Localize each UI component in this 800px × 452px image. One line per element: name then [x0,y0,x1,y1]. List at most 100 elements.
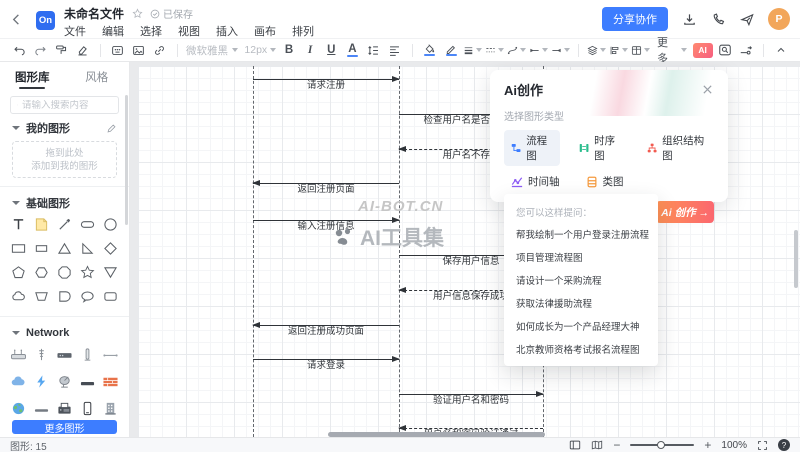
fullscreen-icon[interactable] [757,440,768,451]
line-style-button[interactable] [485,41,504,59]
search-input[interactable] [22,100,112,111]
help-button[interactable]: ? [778,439,790,451]
seq-message[interactable]: 输入注册信息 [253,220,399,221]
shape-text[interactable] [7,214,30,235]
zoom-slider-knob[interactable] [657,441,665,449]
my-shapes-dropzone[interactable]: 拖到此处 添加到我的图形 [12,141,117,178]
collapse-toolbar-icon[interactable] [772,41,790,59]
shape-triangle[interactable] [53,238,76,259]
shape-cloud[interactable] [7,286,30,307]
shape-hexagon[interactable] [30,262,53,283]
redo-button[interactable] [31,41,49,59]
canvas[interactable]: 请求注册 检查用户名是否已存在 用户名不存在 返回注册页面 输入注册信息 保存用… [130,62,800,437]
shape-circle[interactable] [99,214,122,235]
align-objects-button[interactable] [609,41,628,59]
shape-rectangle-2[interactable] [30,238,53,259]
section-my-shapes[interactable]: 我的图形 [0,118,129,138]
lifeline-user[interactable] [253,66,254,437]
link-icon[interactable] [151,41,169,59]
type-flowchart[interactable]: 流程图 [504,130,560,166]
menu-select[interactable]: 选择 [140,23,162,39]
tab-shape-library[interactable]: 图形库 [0,62,65,87]
close-icon[interactable] [700,83,714,97]
ai-assistant-button[interactable]: AI [693,43,713,58]
type-class-diagram[interactable]: 类图 [579,171,631,192]
menu-canvas[interactable]: 画布 [254,23,276,39]
table-button[interactable] [631,41,650,59]
shape-rectangle[interactable] [7,238,30,259]
star-icon[interactable] [131,8,143,20]
shape-star[interactable] [76,262,99,283]
type-timeline[interactable]: 时间轴 [504,171,567,192]
net-cloud[interactable] [7,371,30,392]
suggestion-item[interactable]: 项目管理流程图 [504,245,658,268]
net-server[interactable] [53,344,76,365]
line-height-button[interactable] [365,41,383,59]
pages-icon[interactable] [569,439,581,451]
document-title[interactable]: 未命名文件 [64,5,124,22]
shape-inverted-triangle[interactable] [99,262,122,283]
tab-style[interactable]: 风格 [65,62,130,87]
seq-message[interactable]: 验证用户名和密码 [399,394,543,395]
net-building[interactable] [99,398,122,419]
edit-pencil-icon[interactable] [106,123,117,134]
shape-ellipse[interactable] [76,286,99,307]
shape-rounded[interactable] [53,286,76,307]
net-cable[interactable] [99,344,122,365]
suggestion-item[interactable]: 如何成长为一个产品经理大神 [504,314,658,337]
net-lightning[interactable] [30,371,53,392]
zoom-out-button[interactable]: − [613,440,620,450]
send-icon[interactable] [739,11,755,27]
net-mast[interactable] [30,344,53,365]
bold-button[interactable]: B [280,41,298,59]
underline-button[interactable]: U [322,41,340,59]
net-hub[interactable] [30,398,53,419]
font-size-select[interactable]: 12px [244,44,276,56]
menu-arrange[interactable]: 排列 [292,23,314,39]
shape-pentagon[interactable] [7,262,30,283]
back-button[interactable] [10,13,24,27]
shape-pill[interactable] [76,214,99,235]
zoom-level[interactable]: 100% [721,440,747,451]
type-sequence[interactable]: 时序图 [572,130,628,166]
net-smartphone[interactable] [76,398,99,419]
zoom-in-button[interactable]: + [704,440,711,450]
frame-icon[interactable] [109,41,127,59]
shape-octagon[interactable] [53,262,76,283]
suggestion-item[interactable]: 北京教师资格考试报名流程图 [504,337,658,360]
net-router[interactable] [7,344,30,365]
image-icon[interactable] [130,41,148,59]
suggestion-item[interactable]: 请设计一个采购流程 [504,268,658,291]
sidebar-scrollbar[interactable] [125,95,128,225]
net-satellite-dish[interactable] [53,371,76,392]
menu-file[interactable]: 文件 [64,23,86,39]
net-firewall[interactable] [99,371,122,392]
suggestion-item[interactable]: 帮我绘制一个用户登录注册流程 [504,222,658,245]
connector-type-button[interactable] [507,41,526,59]
seq-message[interactable]: 请求注册 [253,79,399,80]
undo-button[interactable] [10,41,28,59]
format-painter-icon[interactable] [52,41,70,59]
seq-message[interactable]: 请求登录 [253,359,399,360]
type-org-chart[interactable]: 组织结构图 [640,130,714,166]
phone-icon[interactable] [710,11,726,27]
text-align-button[interactable] [386,41,404,59]
menu-view[interactable]: 视图 [178,23,200,39]
shape-pen[interactable] [53,214,76,235]
app-logo[interactable]: On [36,11,55,30]
arrow-end-button[interactable] [551,41,570,59]
net-fax[interactable] [53,398,76,419]
line-color-button[interactable] [442,41,460,59]
avatar[interactable]: P [768,8,790,30]
share-collab-button[interactable]: 分享协作 [602,7,668,31]
shape-diamond[interactable] [99,238,122,259]
present-icon[interactable] [737,41,755,59]
net-antenna[interactable] [76,344,99,365]
more-shapes-button[interactable]: 更多图形 [12,420,117,434]
ai-create-button[interactable]: Ai 创作 → [656,201,714,223]
fill-color-button[interactable] [421,41,439,59]
shape-trapezoid[interactable] [30,286,53,307]
shape-search-box[interactable] [10,96,119,114]
shape-right-triangle[interactable] [76,238,99,259]
menu-edit[interactable]: 编辑 [102,23,124,39]
